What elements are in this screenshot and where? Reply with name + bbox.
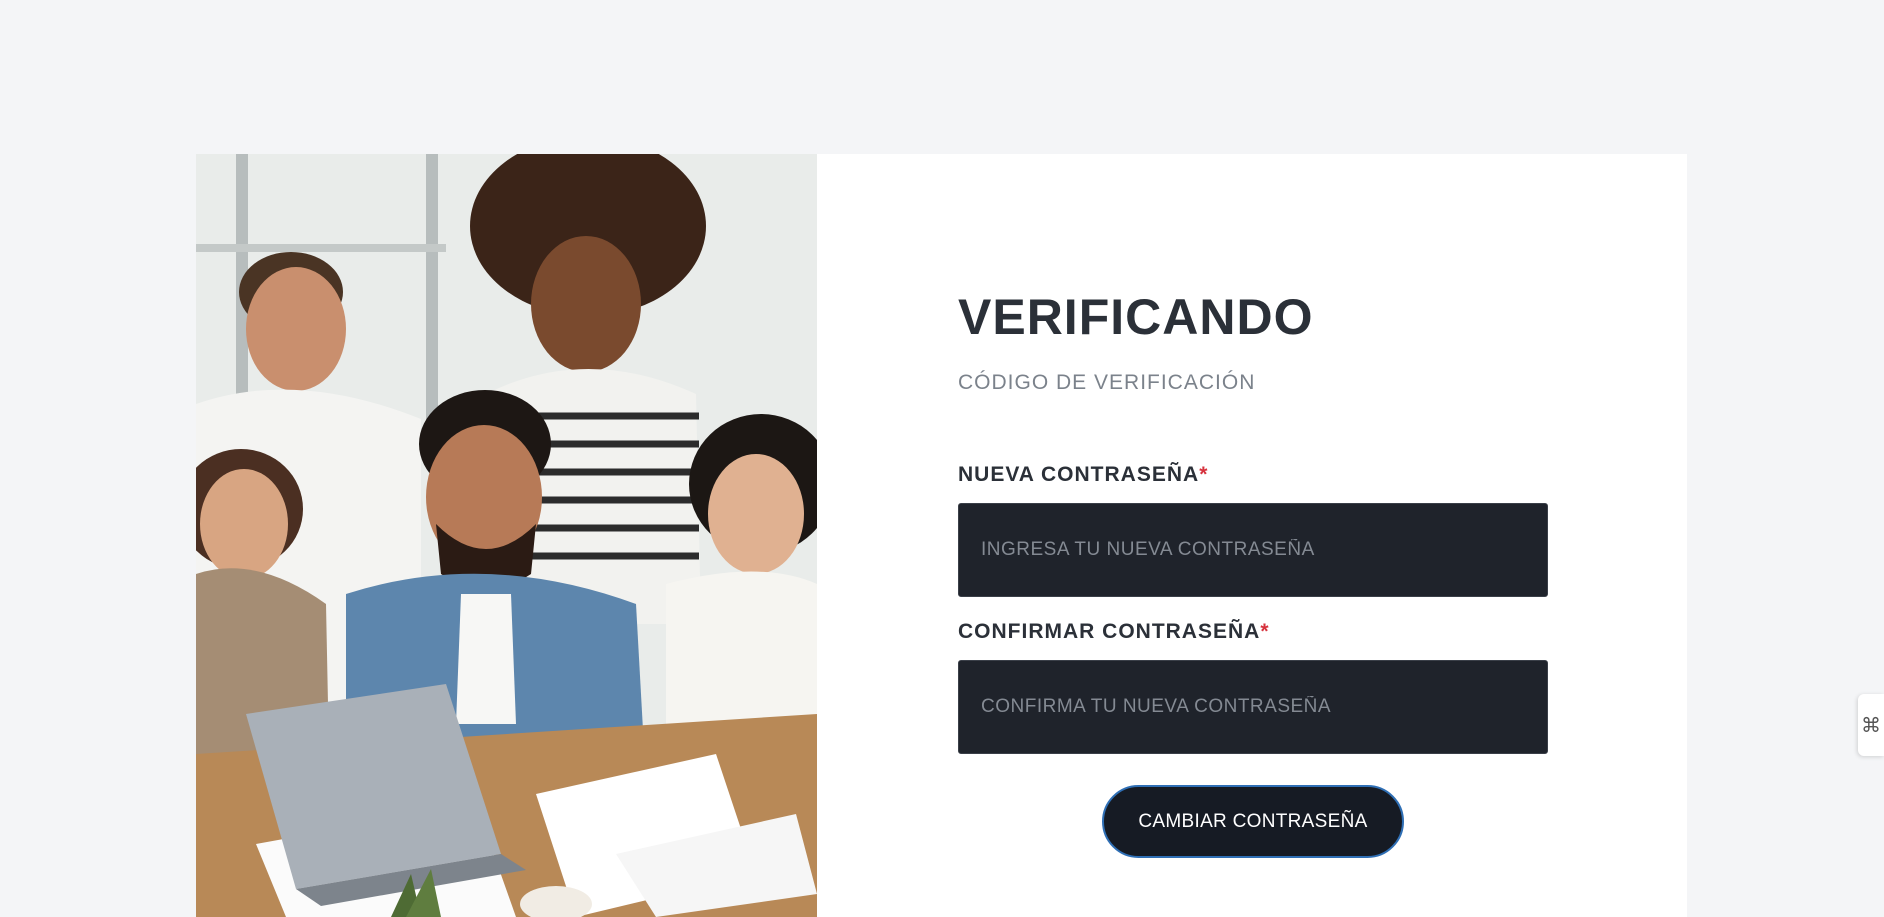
form-column: VERIFICANDO CÓDIGO DE VERIFICACIÓN NUEVA…	[958, 154, 1548, 917]
page-title: VERIFICANDO	[958, 289, 1314, 345]
team-photo	[196, 154, 817, 917]
required-mark: *	[1199, 463, 1209, 486]
verification-card: VERIFICANDO CÓDIGO DE VERIFICACIÓN NUEVA…	[196, 154, 1687, 917]
confirm-password-label: CONFIRMAR CONTRASEÑA*	[958, 620, 1270, 644]
confirm-password-label-text: CONFIRMAR CONTRASEÑA	[958, 620, 1261, 643]
confirm-password-input[interactable]	[958, 660, 1548, 754]
new-password-label: NUEVA CONTRASEÑA*	[958, 463, 1208, 487]
required-mark: *	[1260, 620, 1270, 643]
new-password-label-text: NUEVA CONTRASEÑA	[958, 463, 1200, 486]
new-password-input[interactable]	[958, 503, 1548, 597]
translate-widget-icon[interactable]: ⌘	[1858, 694, 1884, 756]
change-password-button[interactable]: CAMBIAR CONTRASEÑA	[1102, 785, 1404, 858]
side-tab-glyph: ⌘	[1861, 714, 1881, 737]
team-illustration	[196, 154, 817, 917]
page-subtitle: CÓDIGO DE VERIFICACIÓN	[958, 371, 1256, 394]
password-form: VERIFICANDO CÓDIGO DE VERIFICACIÓN NUEVA…	[817, 154, 1687, 917]
